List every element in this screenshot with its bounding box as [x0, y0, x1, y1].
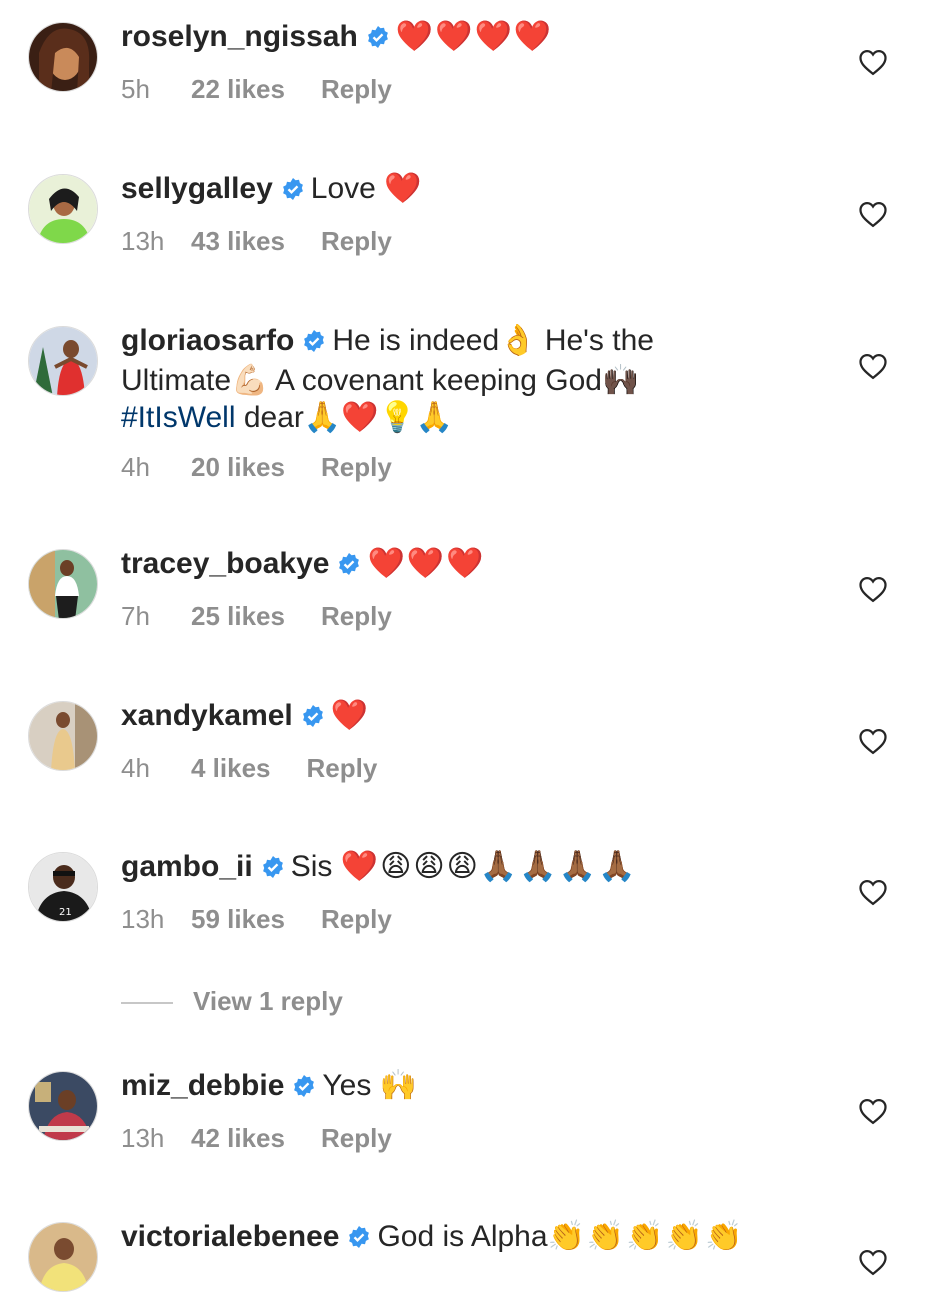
comment-text: He is indeed👌 He's the [332, 324, 654, 357]
username[interactable]: xandykamel [121, 699, 293, 732]
svg-text:21: 21 [59, 907, 72, 918]
avatar[interactable] [28, 1071, 98, 1141]
heart-outline-icon[interactable] [858, 878, 888, 906]
comment-time: 4h [121, 452, 150, 482]
username[interactable]: victorialebenee [121, 1220, 339, 1253]
verified-badge-icon [302, 325, 326, 362]
avatar[interactable] [28, 326, 98, 396]
verified-badge-icon [261, 851, 285, 888]
comment-text: Ultimate💪🏻 A covenant keeping God🙌🏿 [121, 364, 640, 397]
comment-text: God is Alpha [377, 1220, 548, 1253]
comment-emojis: ❤️ [384, 172, 424, 205]
view-replies-label: View 1 reply [193, 986, 343, 1016]
reply-button[interactable]: Reply [321, 601, 392, 632]
reply-button[interactable]: Reply [321, 904, 392, 935]
likes-count[interactable]: 42 likes [191, 1123, 285, 1154]
avatar[interactable] [28, 1222, 98, 1292]
divider [121, 1002, 173, 1005]
likes-count[interactable]: 22 likes [191, 74, 285, 105]
comment-emojis: 🙌 [379, 1069, 420, 1102]
likes-count[interactable]: 4 likes [191, 753, 271, 784]
comment-text: Sis [290, 850, 341, 883]
verified-badge-icon [347, 1221, 371, 1258]
likes-count[interactable]: 20 likes [191, 452, 285, 483]
comment-emojis: 👏👏👏👏👏 [547, 1220, 745, 1253]
username[interactable]: miz_debbie [121, 1069, 284, 1102]
heart-outline-icon[interactable] [858, 352, 888, 380]
verified-badge-icon [292, 1070, 316, 1107]
verified-badge-icon [301, 700, 325, 737]
username[interactable]: tracey_boakye [121, 547, 329, 580]
verified-badge-icon [281, 173, 305, 210]
username[interactable]: gloriaosarfo [121, 324, 294, 357]
username[interactable]: roselyn_ngissah [121, 20, 358, 53]
hashtag-link[interactable]: #ItIsWell [121, 401, 235, 434]
reply-button[interactable]: Reply [321, 74, 392, 105]
avatar[interactable]: 21 [28, 852, 98, 922]
comment-time: 13h [121, 904, 165, 934]
heart-outline-icon[interactable] [858, 200, 888, 228]
comment-time: 7h [121, 601, 150, 631]
comment-time: 13h [121, 1123, 165, 1153]
comment-time: 4h [121, 753, 150, 783]
comment-text: Yes [322, 1069, 380, 1102]
heart-outline-icon[interactable] [858, 1097, 888, 1125]
comment-text: Love [310, 172, 385, 205]
avatar[interactable] [28, 701, 98, 771]
comment-emojis: ❤️❤️❤️❤️ [395, 20, 554, 53]
reply-button[interactable]: Reply [321, 1123, 392, 1154]
heart-outline-icon[interactable] [858, 727, 888, 755]
avatar[interactable] [28, 174, 98, 244]
comment-text: dear🙏❤️💡🙏 [235, 401, 454, 434]
heart-outline-icon[interactable] [858, 1248, 888, 1276]
likes-count[interactable]: 25 likes [191, 601, 285, 632]
likes-count[interactable]: 59 likes [191, 904, 285, 935]
verified-badge-icon [366, 21, 390, 58]
comment-emojis: ❤️ [330, 699, 371, 732]
reply-button[interactable]: Reply [321, 226, 392, 257]
likes-count[interactable]: 43 likes [191, 226, 285, 257]
comment-time: 13h [121, 226, 165, 256]
username[interactable]: sellygalley [121, 172, 273, 205]
comment-time: 5h [121, 74, 150, 104]
comment-emojis: ❤️❤️❤️ [367, 547, 486, 580]
heart-outline-icon[interactable] [858, 48, 888, 76]
avatar[interactable] [28, 549, 98, 619]
username[interactable]: gambo_ii [121, 850, 253, 883]
verified-badge-icon [337, 548, 361, 585]
reply-button[interactable]: Reply [321, 452, 392, 483]
reply-button[interactable]: Reply [307, 753, 378, 784]
comment-emojis: ❤️😩😩😩🙏🏾🙏🏾🙏🏾🙏🏾 [340, 850, 638, 883]
view-replies-button[interactable]: View 1 reply [121, 986, 343, 1017]
avatar[interactable] [28, 22, 98, 92]
heart-outline-icon[interactable] [858, 575, 888, 603]
